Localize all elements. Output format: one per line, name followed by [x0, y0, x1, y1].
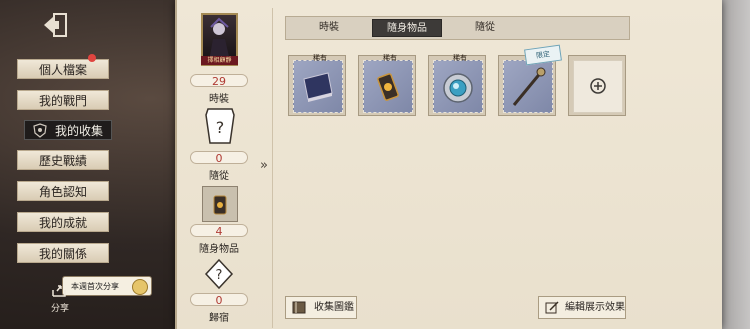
exit-icon[interactable]	[42, 12, 70, 38]
tab-outfits[interactable]: 時裝	[294, 19, 364, 37]
shield-icon	[33, 123, 47, 138]
item-frame	[433, 60, 483, 113]
sidebar-item-achievements[interactable]: 我的成就	[17, 212, 109, 232]
rarity-tag: 稀有	[453, 54, 467, 62]
staff-icon	[512, 67, 546, 106]
share-button[interactable]: 分享	[44, 282, 76, 322]
accessory-thumbnail	[202, 186, 238, 222]
expand-chevron-icon[interactable]: »	[256, 158, 272, 174]
accessory-label: 隨身物品	[199, 244, 239, 255]
outfit-label: 時裝	[209, 94, 229, 105]
notification-dot	[88, 54, 96, 62]
book-icon	[292, 301, 306, 314]
rarity-tag: 稀有	[383, 54, 397, 62]
item-frame	[293, 60, 343, 113]
item-card[interactable]: 稀有	[428, 54, 486, 116]
tab-followers[interactable]: 隨從	[450, 19, 520, 37]
accessory-count: 4	[190, 224, 248, 238]
item-card[interactable]: 稀有	[288, 54, 346, 116]
sidebar-item-profile[interactable]: 個人檔案	[17, 59, 109, 79]
edit-label: 編輯展示效果	[565, 302, 625, 313]
lantern-icon	[377, 73, 399, 101]
sidebar: 個人檔案 我的戰門 我的收集 歷史戰績 角色認知 我的成就 我的關係 本週首次分…	[0, 0, 170, 329]
sidebar-item-characters[interactable]: 角色認知	[17, 181, 109, 201]
gallery-label: 收集圖鑑	[314, 302, 354, 313]
edit-display-button[interactable]: 編輯展示效果	[538, 296, 626, 319]
item-card[interactable]: 限定	[498, 44, 562, 116]
sidebar-item-collection[interactable]: 我的收集	[24, 120, 112, 140]
home-label: 歸宿	[209, 313, 229, 324]
sidebar-item-label: 我的收集	[55, 124, 104, 138]
sidebar-item-history[interactable]: 歷史戰績	[17, 150, 109, 170]
rarity-tag: 稀有	[313, 54, 327, 62]
edit-icon	[545, 301, 559, 314]
svg-text:?: ?	[216, 268, 223, 283]
svg-text:?: ?	[216, 118, 225, 137]
item-frame	[573, 60, 623, 113]
share-label: 分享	[50, 304, 69, 314]
sidebar-item-relations[interactable]: 我的關係	[17, 243, 109, 263]
share-note-text: 本週首次分享	[71, 282, 119, 291]
home-count: 0	[190, 293, 248, 307]
item-frame	[503, 60, 553, 113]
item-frame	[363, 60, 413, 113]
follower-silhouette-icon: ?	[205, 108, 235, 144]
plus-icon	[590, 78, 606, 94]
column-divider	[272, 8, 273, 328]
add-item-card[interactable]	[568, 55, 626, 116]
gallery-button[interactable]: 收集圖鑑	[285, 296, 357, 319]
item-card[interactable]: 稀有	[358, 54, 416, 116]
share-icon	[52, 285, 66, 297]
book-icon	[303, 72, 333, 102]
sidebar-item-battles[interactable]: 我的戰門	[17, 90, 109, 110]
outfit-count: 29	[190, 74, 248, 88]
follower-count: 0	[190, 151, 248, 165]
pendant-icon	[443, 73, 473, 103]
follower-label: 隨從	[209, 171, 229, 182]
portrait-label: 擇相顧靜	[201, 56, 238, 65]
tab-accessories[interactable]: 隨身物品	[372, 19, 442, 37]
reward-icon	[132, 279, 148, 295]
lantern-icon	[213, 195, 227, 215]
home-silhouette-icon: ?	[204, 258, 234, 290]
category-tabs: 時裝 隨身物品 隨從	[285, 16, 630, 40]
